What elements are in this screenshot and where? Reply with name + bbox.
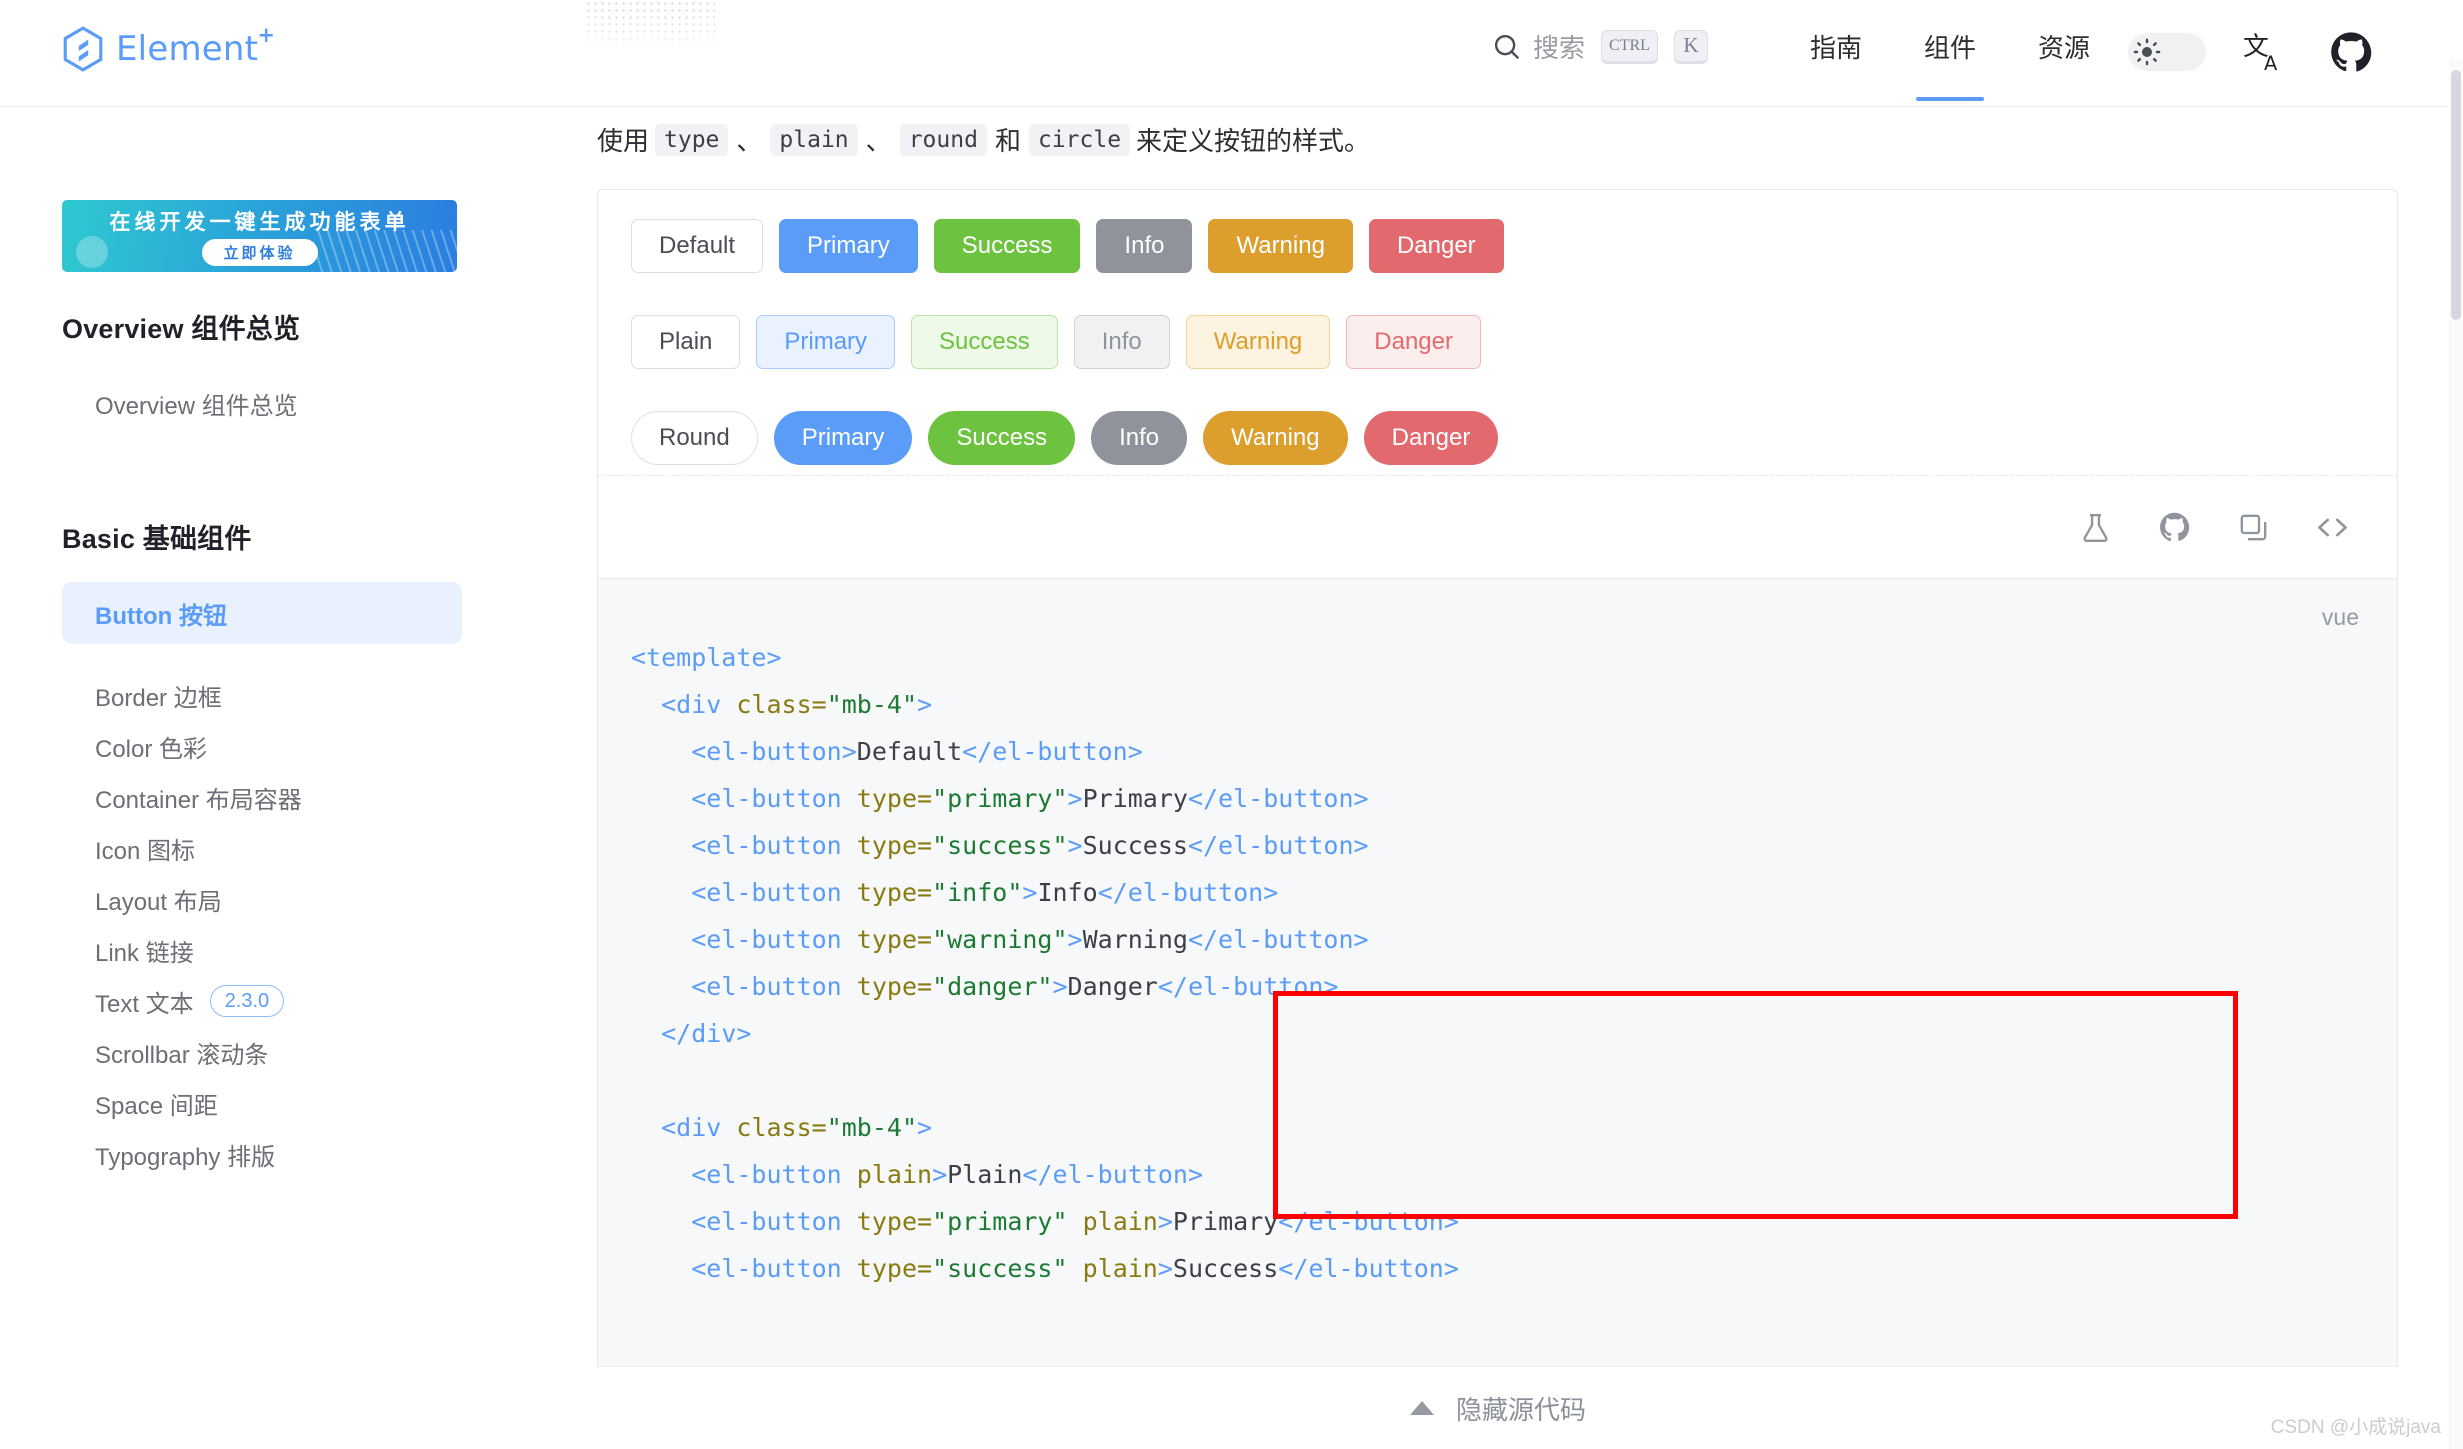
desc-suffix: 来定义按钮的样式。 <box>1136 126 1371 156</box>
button-plain-info[interactable]: Info <box>1073 315 1170 369</box>
button-default[interactable]: Default <box>631 219 764 273</box>
sidebar-group-title-overview: Overview 组件总览 <box>62 314 301 344</box>
hide-source-button[interactable]: 隐藏源代码 <box>597 1366 2399 1449</box>
brand-label: Element <box>116 29 259 69</box>
button-round-warning[interactable]: Warning <box>1203 411 1348 465</box>
button-danger[interactable]: Danger <box>1368 219 1504 273</box>
button-plain-danger[interactable]: Danger <box>1346 315 1481 369</box>
button-row-plain: Plain Primary Success Info Warning Dange… <box>631 315 1481 369</box>
kbd-ctrl: CTRL <box>1601 29 1658 64</box>
promo-title: 在线开发一键生成功能表单 <box>109 210 410 234</box>
sidebar-item-label: Button 按钮 <box>95 602 227 630</box>
sidebar-item-label: Icon 图标 <box>95 837 196 865</box>
demo-preview-card: Default Primary Success Info Warning Dan… <box>597 189 2398 561</box>
demo-toolbar <box>597 475 2398 579</box>
copy-icon[interactable] <box>2237 511 2270 544</box>
sidebar-group-title-basic: Basic 基础组件 <box>62 524 252 554</box>
github-icon[interactable] <box>2330 30 2372 74</box>
inline-code-plain: plain <box>770 123 858 156</box>
nav-item-guide[interactable]: 指南 <box>1800 22 1872 101</box>
sidebar-item-label: Color 色彩 <box>95 735 208 763</box>
brand-logo[interactable]: Element + <box>62 23 275 72</box>
source-code-block[interactable]: <template> <div class="mb-4"> <el-button… <box>631 634 1459 1292</box>
main-content: 使用 type 、 plain 、 round 和 circle 来定义按钮的样… <box>597 107 2463 1449</box>
brand-superscript: + <box>257 23 276 47</box>
sidebar-item-label: Text 文本 <box>95 990 194 1018</box>
sidebar-item-button[interactable]: Button 按钮 <box>62 582 462 644</box>
hide-source-label: 隐藏源代码 <box>1455 1394 1586 1425</box>
sidebar: 在线开发一键生成功能表单 立即体验 Overview 组件总览 Overview… <box>0 107 597 1449</box>
button-warning[interactable]: Warning <box>1208 219 1353 273</box>
sidebar-item-overview[interactable]: Overview 组件总览 <box>62 372 462 434</box>
sidebar-item-label: Typography 排版 <box>95 1143 276 1171</box>
sidebar-item-label: Scrollbar 滚动条 <box>95 1041 269 1069</box>
button-plain-primary[interactable]: Primary <box>756 315 896 369</box>
code-language-label: vue <box>2321 604 2359 630</box>
sidebar-item-label: Border 边框 <box>95 684 222 712</box>
translate-icon[interactable]: 文 A <box>2243 30 2285 74</box>
sidebar-item-label: Layout 布局 <box>95 888 222 916</box>
button-row-basic: Default Primary Success Info Warning Dan… <box>631 219 1504 273</box>
button-plain-default[interactable]: Plain <box>631 315 741 369</box>
button-success[interactable]: Success <box>933 219 1081 273</box>
button-round-success[interactable]: Success <box>928 411 1076 465</box>
theme-toggle[interactable] <box>2128 33 2206 71</box>
desc-separator-2: 、 <box>865 126 892 156</box>
kbd-k: K <box>1673 29 1708 64</box>
sidebar-item-label: Link 链接 <box>95 939 194 967</box>
sun-icon <box>2133 38 2161 66</box>
sidebar-item-label: Space 间距 <box>95 1092 218 1120</box>
version-badge: 2.3.0 <box>209 985 285 1017</box>
button-primary[interactable]: Primary <box>779 219 918 273</box>
button-plain-success[interactable]: Success <box>911 315 1058 369</box>
nav-item-resources[interactable]: 资源 <box>2028 22 2100 101</box>
code-icon[interactable] <box>2316 511 2349 544</box>
source-code-panel: vue <template> <div class="mb-4"> <el-bu… <box>597 579 2398 1449</box>
promo-bubble-decoration <box>76 236 108 268</box>
button-info[interactable]: Info <box>1096 219 1193 273</box>
dot-pattern-decoration <box>585 0 715 54</box>
sidebar-item-typography[interactable]: Typography 排版 <box>62 1123 462 1185</box>
desc-conjunction: 和 <box>994 126 1021 156</box>
button-round-default[interactable]: Round <box>631 411 758 465</box>
inline-code-round: round <box>899 123 987 156</box>
button-round-primary[interactable]: Primary <box>773 411 913 465</box>
desc-separator-1: 、 <box>736 126 763 156</box>
sidebar-item-label: Container 布局容器 <box>95 786 302 814</box>
promo-cta-button[interactable]: 立即体验 <box>201 239 318 266</box>
page-description: 使用 type 、 plain 、 round 和 circle 来定义按钮的样… <box>597 121 1370 158</box>
element-plus-logo-icon <box>63 26 103 72</box>
promo-streaks-decoration <box>313 230 457 272</box>
brand-name: Element + <box>116 23 275 69</box>
caret-up-icon <box>1409 1401 1434 1415</box>
button-row-round: Round Primary Success Info Warning Dange… <box>631 411 1499 465</box>
promo-banner[interactable]: 在线开发一键生成功能表单 立即体验 <box>62 200 457 272</box>
inline-code-type: type <box>655 123 729 156</box>
search-label: 搜索 <box>1533 33 1586 63</box>
button-round-danger[interactable]: Danger <box>1363 411 1499 465</box>
github-icon[interactable] <box>2158 511 2191 544</box>
sidebar-item-label: Overview 组件总览 <box>95 392 298 420</box>
page-scrollbar-thumb[interactable] <box>2451 70 2461 320</box>
inline-code-circle: circle <box>1028 123 1131 156</box>
flask-icon[interactable] <box>2079 511 2112 544</box>
search-icon <box>1494 34 1520 59</box>
nav-item-components[interactable]: 组件 <box>1914 22 1986 101</box>
desc-prefix: 使用 <box>597 126 650 156</box>
app-header: Element + 搜索 CTRL K 指南 组件 资源 文 A <box>0 0 2463 107</box>
search-button[interactable]: 搜索 CTRL K <box>1492 28 1708 65</box>
svg-text:A: A <box>2264 52 2278 74</box>
button-plain-warning[interactable]: Warning <box>1185 315 1331 369</box>
button-round-info[interactable]: Info <box>1091 411 1188 465</box>
primary-nav: 指南 组件 资源 <box>1800 22 2100 101</box>
